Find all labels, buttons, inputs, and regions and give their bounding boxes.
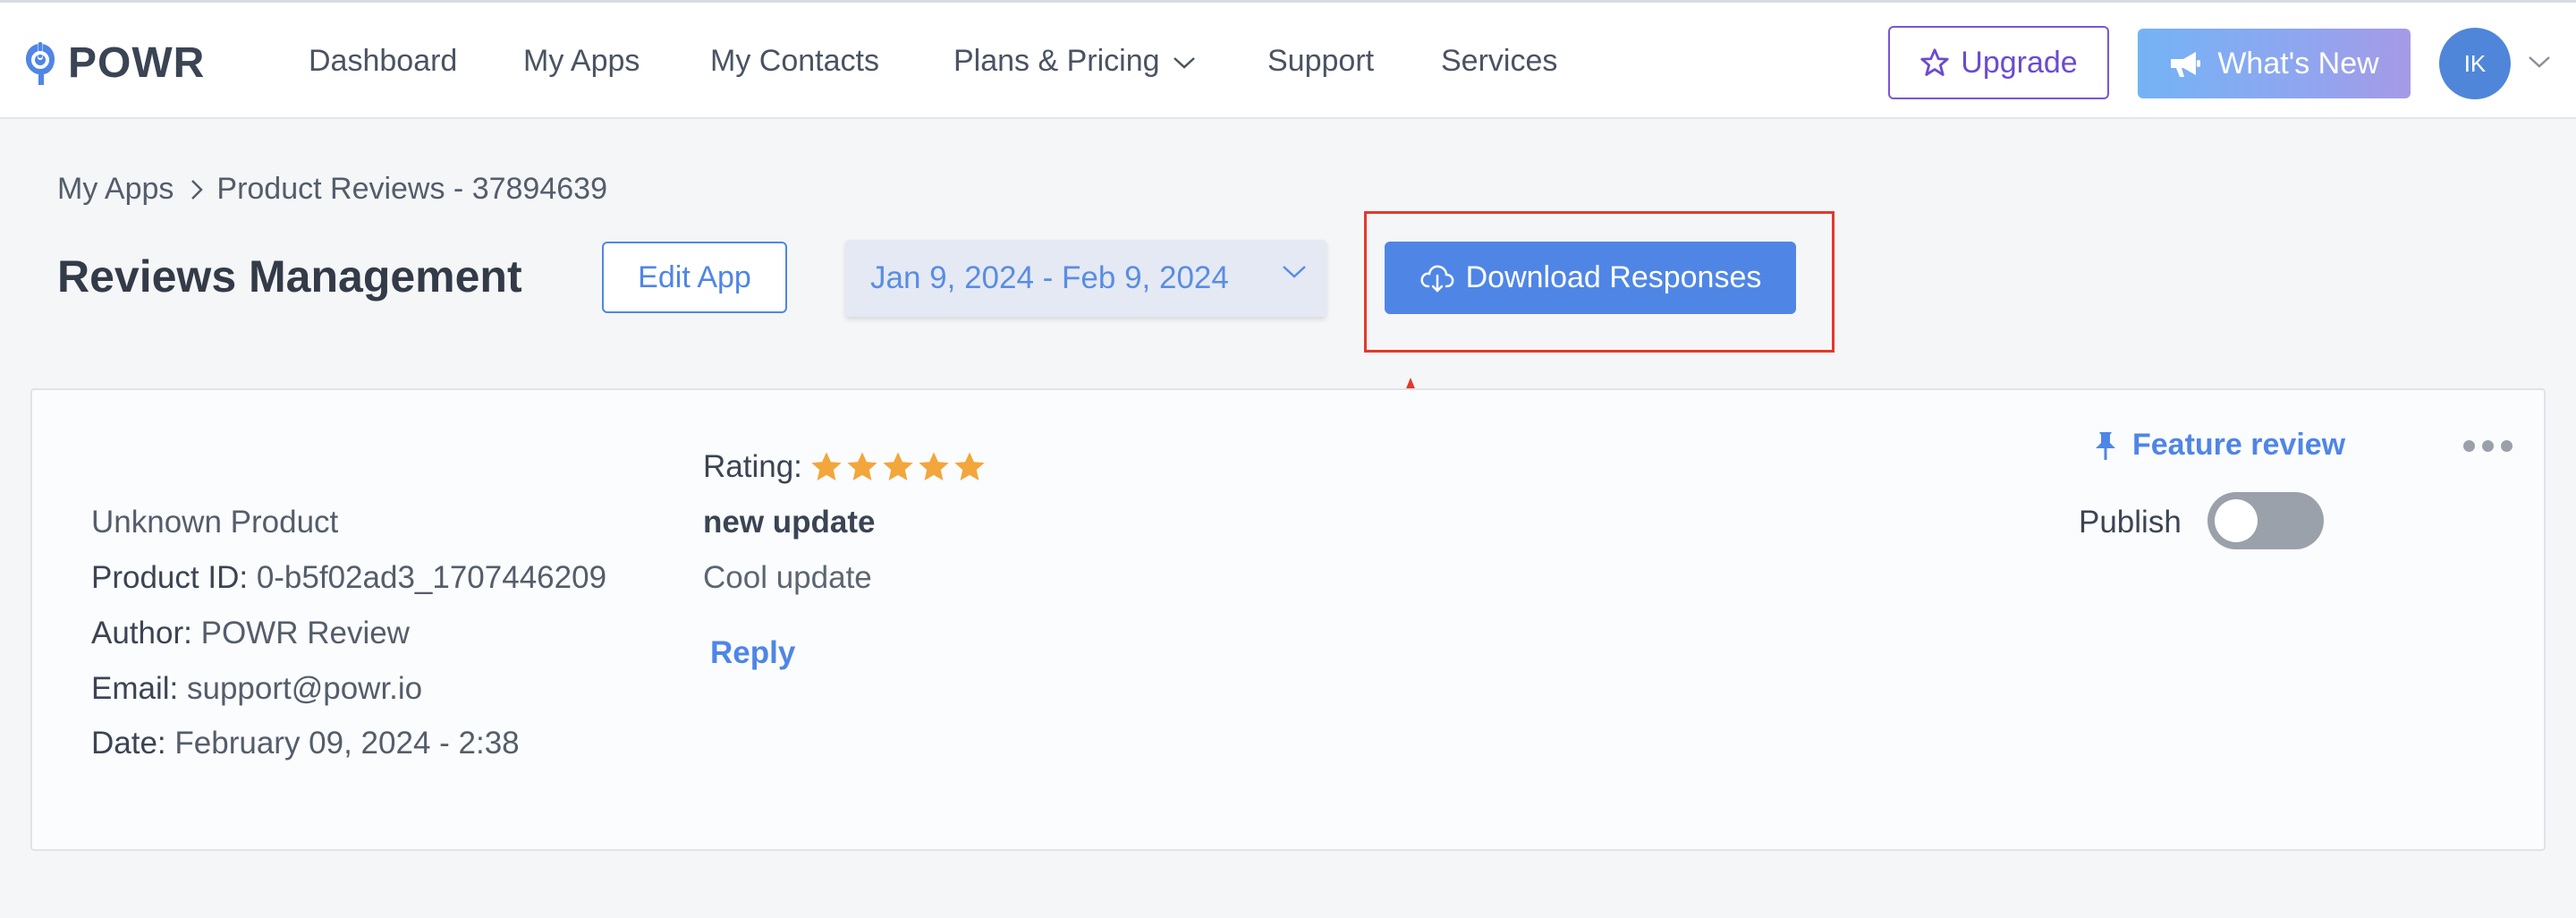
upgrade-label: Upgrade	[1961, 45, 2078, 80]
megaphone-icon	[2171, 52, 2201, 77]
star-outline-icon	[1920, 48, 1949, 76]
breadcrumb-my-apps[interactable]: My Apps	[57, 172, 174, 207]
nav-my-apps[interactable]: My Apps	[523, 44, 640, 79]
star-icon	[954, 452, 985, 481]
breadcrumb: My Apps Product Reviews - 37894639	[57, 172, 607, 207]
review-email: Email: support@powr.io	[91, 671, 422, 707]
rating-stars	[809, 450, 988, 484]
rating-label: Rating:	[703, 449, 802, 484]
publish-label: Publish	[2079, 505, 2182, 540]
breadcrumb-current: Product Reviews - 37894639	[216, 172, 607, 206]
date-range-value: Jan 9, 2024 - Feb 9, 2024	[870, 260, 1229, 295]
product-id-value: 0-b5f02ad3_1707446209	[256, 560, 607, 595]
review-title: new update	[703, 505, 876, 540]
whats-new-button[interactable]: What's New	[2138, 29, 2411, 98]
nav-my-contacts[interactable]: My Contacts	[710, 44, 879, 79]
review-date: Date: February 09, 2024 - 2:38	[91, 726, 520, 761]
reply-button[interactable]: Reply	[710, 635, 795, 671]
review-product: Unknown Product	[91, 505, 339, 540]
nav-plans-pricing[interactable]: Plans & Pricing	[953, 44, 1196, 79]
brand-name: POWR	[68, 39, 206, 87]
nav-support[interactable]: Support	[1267, 44, 1374, 79]
brand-logo[interactable]: POWR	[23, 38, 205, 88]
more-options-icon[interactable]	[2463, 440, 2520, 452]
review-rating: Rating:	[703, 449, 988, 485]
publish-toggle[interactable]	[2207, 492, 2324, 549]
date-range-picker[interactable]: Jan 9, 2024 - Feb 9, 2024	[845, 240, 1326, 317]
author-label: Author:	[91, 616, 192, 650]
star-icon	[883, 452, 913, 481]
review-body: Cool update	[703, 560, 872, 595]
email-label: Email:	[91, 671, 179, 706]
top-nav: POWR Dashboard My Apps My Contacts Plans…	[0, 0, 2576, 119]
review-author: Author: POWR Review	[91, 616, 410, 651]
pin-icon	[2096, 431, 2115, 460]
nav-services[interactable]: Services	[1441, 44, 1557, 79]
account-chevron-down-icon[interactable]	[2528, 55, 2551, 69]
star-icon	[811, 452, 842, 481]
feature-review-button[interactable]: Feature review	[2093, 428, 2345, 463]
chevron-right-icon	[190, 178, 204, 201]
toggle-knob	[2215, 499, 2258, 542]
edit-app-button[interactable]: Edit App	[602, 242, 787, 313]
avatar[interactable]: IK	[2439, 28, 2511, 99]
product-id-label: Product ID:	[91, 560, 249, 595]
chevron-down-icon	[1173, 57, 1195, 69]
powr-logo-icon	[26, 39, 55, 85]
nav-dashboard[interactable]: Dashboard	[309, 44, 457, 79]
upgrade-button[interactable]: Upgrade	[1888, 26, 2109, 99]
nav-plans-pricing-label: Plans & Pricing	[953, 44, 1160, 78]
date-label: Date:	[91, 726, 166, 761]
author-value: POWR Review	[200, 616, 410, 650]
whats-new-label: What's New	[2217, 46, 2379, 81]
email-value: support@powr.io	[186, 671, 423, 706]
star-icon	[919, 452, 949, 481]
annotation-highlight-box	[1364, 211, 1835, 353]
date-value: February 09, 2024 - 2:38	[174, 726, 520, 761]
page-title: Reviews Management	[57, 251, 522, 302]
feature-review-label: Feature review	[2132, 428, 2346, 462]
review-card: Unknown Product Product ID: 0-b5f02ad3_1…	[30, 388, 2546, 851]
chevron-down-icon	[1283, 266, 1306, 278]
review-product-id: Product ID: 0-b5f02ad3_1707446209	[91, 560, 606, 596]
star-icon	[847, 452, 877, 481]
